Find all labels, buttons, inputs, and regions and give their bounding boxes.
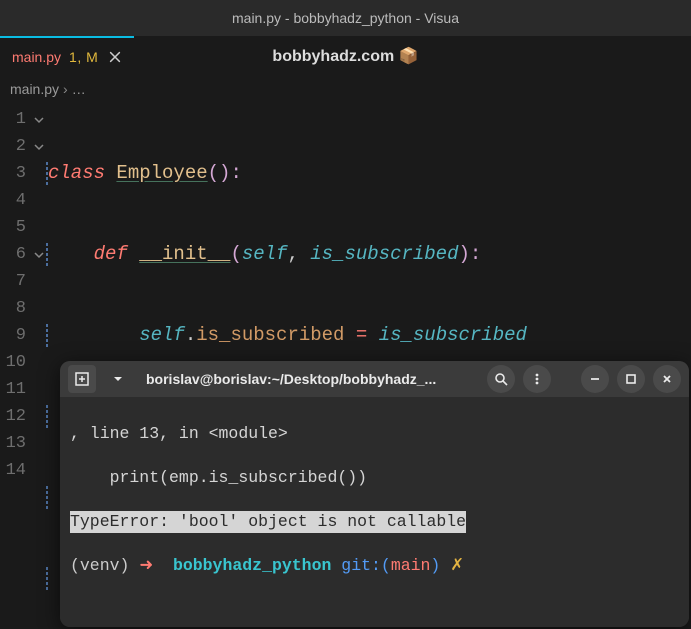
new-tab-button[interactable] xyxy=(68,365,96,393)
editor[interactable]: 1 2 3 4 5 6 7 8 9 10 11 12 13 14 class E… xyxy=(0,102,691,629)
line-number-gutter: 1 2 3 4 5 6 7 8 9 10 11 12 13 14 xyxy=(0,102,30,629)
tab-main-py[interactable]: main.py 1, M xyxy=(0,36,134,76)
dropdown-icon[interactable] xyxy=(104,365,132,393)
maximize-icon[interactable] xyxy=(617,365,645,393)
breadcrumb[interactable]: main.py › … xyxy=(0,76,691,102)
tab-status: 1, M xyxy=(69,49,98,65)
fold-icon[interactable] xyxy=(30,106,48,133)
terminal-title: borislav@borislav:~/Desktop/bobbyhadz_..… xyxy=(140,368,479,390)
search-icon[interactable] xyxy=(487,365,515,393)
tab-filename: main.py xyxy=(12,49,61,65)
breadcrumb-file: main.py xyxy=(10,81,59,97)
site-badge: bobbyhadz.com 📦 xyxy=(272,46,418,66)
terminal-titlebar: borislav@borislav:~/Desktop/bobbyhadz_..… xyxy=(60,361,689,397)
minimize-icon[interactable] xyxy=(581,365,609,393)
code-line: class Employee(): xyxy=(48,160,691,187)
breadcrumb-ellipsis: … xyxy=(72,81,86,97)
terminal-output[interactable]: , line 13, in <module> print(emp.is_subs… xyxy=(60,397,689,627)
window-titlebar: main.py - bobbyhadz_python - Visua xyxy=(0,0,691,36)
window-title: main.py - bobbyhadz_python - Visua xyxy=(232,10,459,26)
chevron-right-icon: › xyxy=(63,81,68,97)
fold-icon[interactable] xyxy=(30,133,48,160)
terminal-line: print(emp.is_subscribed()) xyxy=(70,467,679,489)
tab-bar: main.py 1, M bobbyhadz.com 📦 xyxy=(0,36,691,76)
terminal-prompt: (venv) ➜ bobbyhadz_python git:(main) ✗ xyxy=(70,555,679,577)
close-icon[interactable] xyxy=(106,48,124,66)
code-line: def __init__(self, is_subscribed): xyxy=(48,241,691,268)
terminal-line: , line 13, in <module> xyxy=(70,423,679,445)
code-line: self.is_subscribed = is_subscribed xyxy=(48,322,691,349)
menu-icon[interactable] xyxy=(523,365,551,393)
terminal-window[interactable]: borislav@borislav:~/Desktop/bobbyhadz_..… xyxy=(60,361,689,627)
close-window-icon[interactable] xyxy=(653,365,681,393)
terminal-error-line: TypeError: 'bool' object is not callable xyxy=(70,511,679,533)
